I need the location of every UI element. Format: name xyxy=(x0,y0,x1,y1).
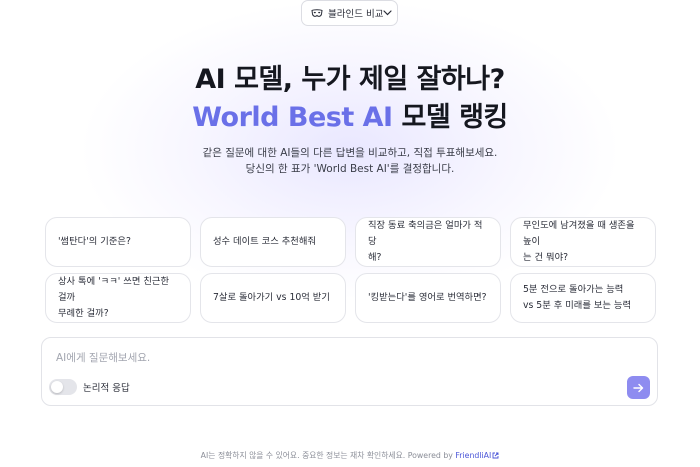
suggestion-text: 해? xyxy=(368,252,382,263)
suggestion-text: 성수 데이트 코스 추천해줘 xyxy=(213,236,316,247)
suggestion-card[interactable]: 성수 데이트 코스 추천해줘 xyxy=(200,217,346,267)
suggestion-text: 5분 전으로 돌아가는 능력 xyxy=(523,284,624,295)
external-link-icon xyxy=(492,452,499,461)
arrow-right-icon xyxy=(633,378,644,397)
hero-description: 같은 질문에 대한 AI들의 다른 답변을 비교하고, 직접 투표해보세요. 당… xyxy=(0,145,700,177)
suggestion-card[interactable]: 7살로 돌아가기 vs 10억 받기 xyxy=(200,273,346,323)
suggestion-text: 직장 동료 축의금은 얼마가 적당 xyxy=(368,220,483,247)
send-button[interactable] xyxy=(627,376,650,399)
chevron-down-icon xyxy=(383,8,393,18)
suggestion-card[interactable]: 상사 톡에 'ㅋㅋ' 쓰면 친근한 걸까무례한 걸까? xyxy=(45,273,191,323)
blind-compare-label: 블라인드 비교 xyxy=(328,9,384,20)
hero-subtitle-rest: 모델 랭킹 xyxy=(392,102,509,133)
hero-subtitle: World Best AI 모델 랭킹 xyxy=(0,95,700,134)
hero-description-line: 같은 질문에 대한 AI들의 다른 답변을 비교하고, 직접 투표해보세요. xyxy=(202,147,498,159)
suggestion-text: 7살로 돌아가기 vs 10억 받기 xyxy=(213,292,330,303)
suggestion-text: '킹받는다'를 영어로 번역하면? xyxy=(368,292,487,303)
hero-title: AI 모델, 누가 제일 잘하나? xyxy=(195,64,505,95)
suggestion-text: 무인도에 남겨졌을 때 생존을 높이 xyxy=(523,220,635,247)
suggestion-card[interactable]: '킹받는다'를 영어로 번역하면? xyxy=(355,273,501,323)
suggestion-text: 무례한 걸까? xyxy=(58,308,109,319)
suggestion-card[interactable]: '썸탄다'의 기준은? xyxy=(45,217,191,267)
suggestion-text: '썸탄다'의 기준은? xyxy=(58,236,131,247)
logical-response-label: 논리적 응답 xyxy=(83,383,130,394)
suggestion-text: 상사 톡에 'ㅋㅋ' 쓰면 친근한 걸까 xyxy=(58,276,170,303)
hero-description-line: 당신의 한 표가 'World Best AI'를 결정합니다. xyxy=(245,163,455,175)
question-input[interactable] xyxy=(54,348,618,368)
suggestion-text: 는 건 뭐야? xyxy=(523,252,569,263)
suggestion-card[interactable]: 5분 전으로 돌아가는 능력 vs 5분 후 미래를 보는 능력 xyxy=(510,273,656,323)
chat-composer: 논리적 응답 xyxy=(41,337,658,406)
suggestion-grid: '썸탄다'의 기준은? 성수 데이트 코스 추천해줘 직장 동료 축의금은 얼마… xyxy=(45,217,656,323)
mask-icon xyxy=(311,8,323,18)
footer-disclaimer: AI는 정확하지 않을 수 있어요. 중요한 정보는 재차 확인하세요. Pow… xyxy=(0,450,700,461)
suggestion-text: vs 5분 후 미래를 보는 능력 xyxy=(523,300,632,311)
footer-text: AI는 정확하지 않을 수 있어요. 중요한 정보는 재차 확인하세요. Pow… xyxy=(200,451,456,460)
toggle-knob xyxy=(51,381,63,393)
logical-response-toggle[interactable] xyxy=(49,379,77,395)
friendliai-link[interactable]: FriendliAI xyxy=(455,451,491,460)
suggestion-card[interactable]: 무인도에 남겨졌을 때 생존을 높이는 건 뭐야? xyxy=(510,217,656,267)
hero-subtitle-accent: World Best AI xyxy=(192,102,393,133)
suggestion-card[interactable]: 직장 동료 축의금은 얼마가 적당해? xyxy=(355,217,501,267)
blind-compare-dropdown[interactable]: 블라인드 비교 xyxy=(301,0,398,26)
